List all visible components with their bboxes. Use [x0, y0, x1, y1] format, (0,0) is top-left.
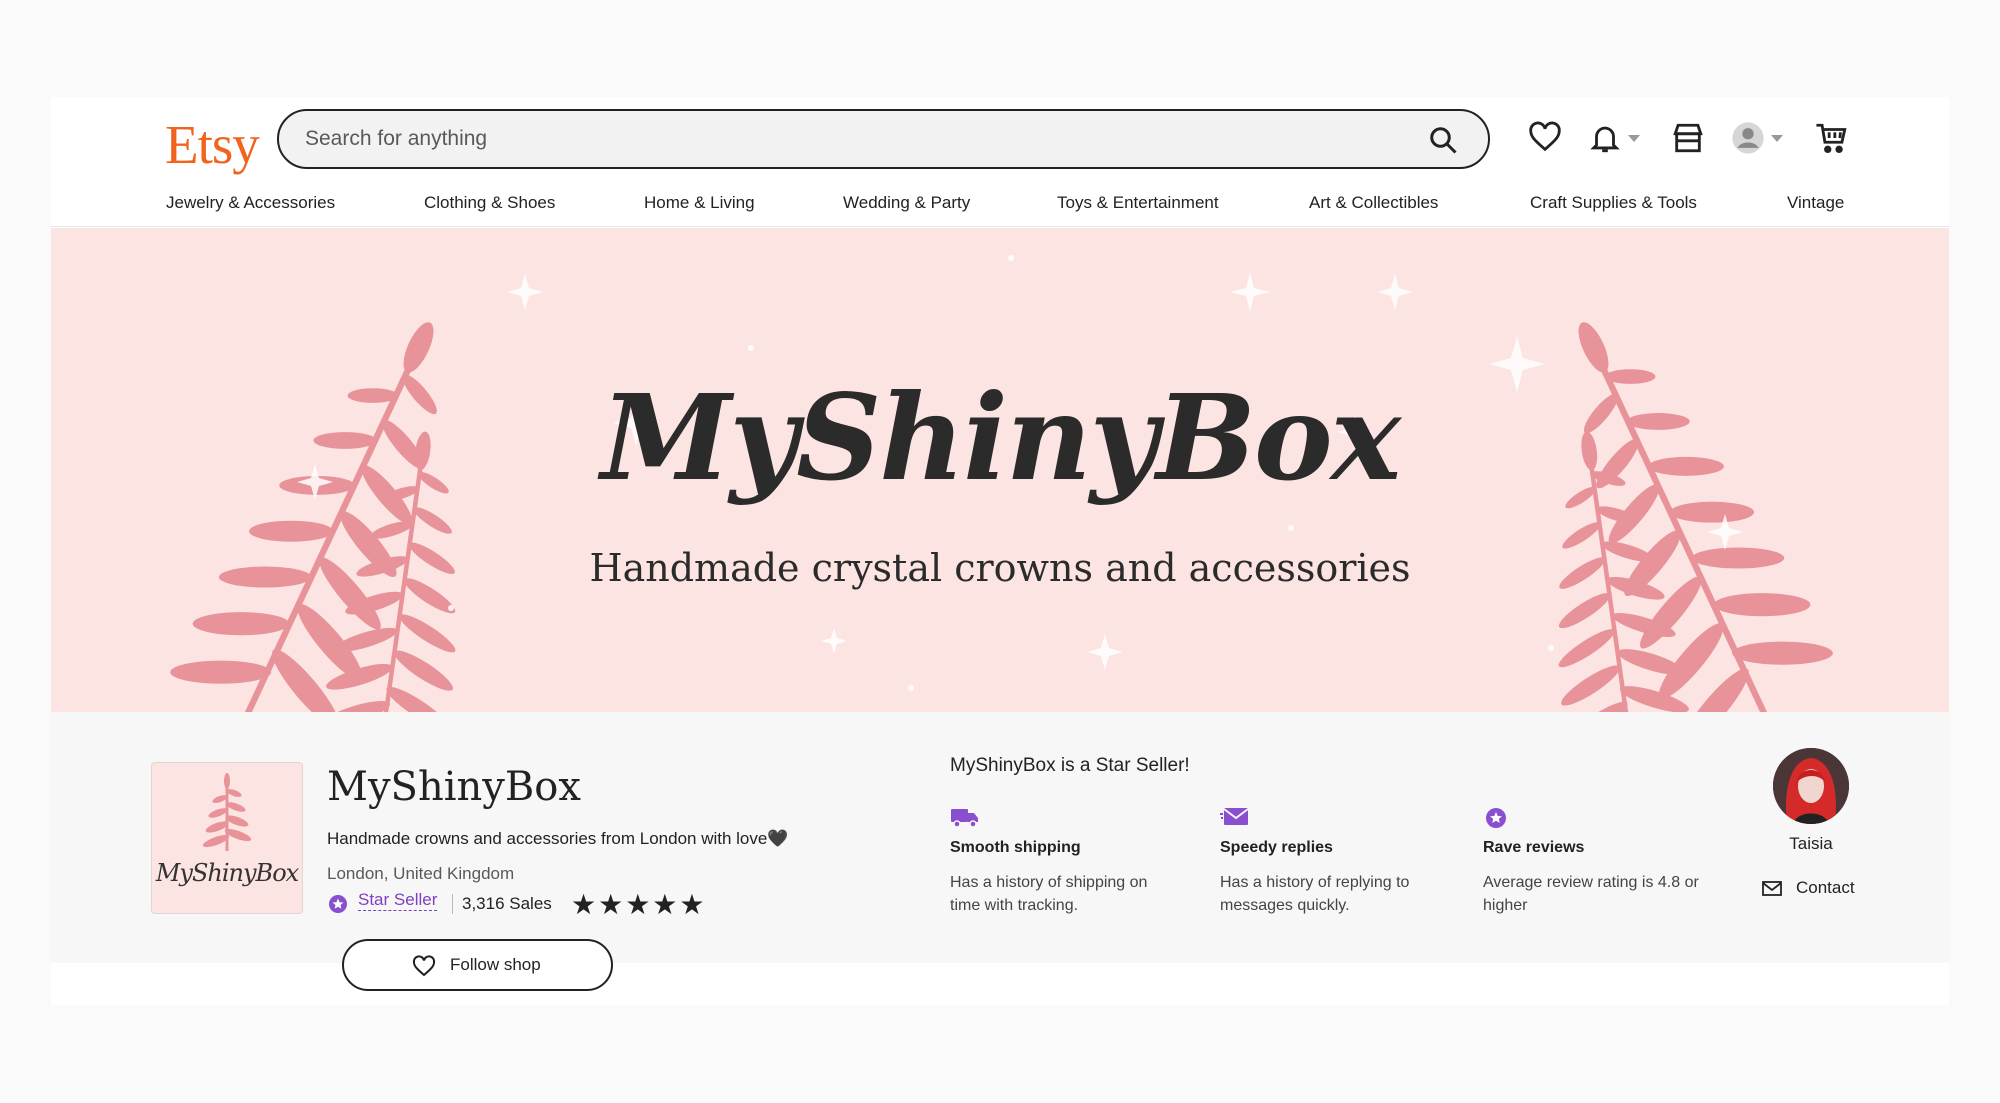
account-avatar-icon[interactable]: [1731, 121, 1765, 155]
heart-icon: [412, 955, 436, 977]
star-seller-heading: MyShinyBox is a Star Seller!: [950, 755, 1190, 776]
feature-heading: Smooth shipping: [950, 839, 1081, 856]
envelope-icon: [1220, 808, 1249, 825]
shop-info-panel: MyShinyBox MyShinyBox Handmade crowns an…: [51, 712, 1949, 991]
sales-count: 3,316 Sales: [462, 894, 552, 913]
category-vintage[interactable]: Vintage: [1787, 193, 1844, 213]
cart-icon[interactable]: [1815, 121, 1849, 155]
follow-shop-label: Follow shop: [450, 955, 541, 974]
notifications-bell-icon[interactable]: [1588, 121, 1622, 155]
search-input[interactable]: Search for anything: [305, 127, 487, 151]
star-seller-link[interactable]: Star Seller: [358, 890, 438, 911]
truck-icon: [951, 809, 978, 828]
feature-heading: Speedy replies: [1220, 839, 1333, 856]
shop-tagline: Handmade crowns and accessories from Lon…: [327, 829, 789, 848]
feature-rave-reviews: Rave reviews Average review rating is 4.…: [1483, 806, 1713, 917]
rating-stars[interactable]: ★★★★★: [571, 888, 707, 921]
contact-label: Contact: [1796, 878, 1855, 897]
envelope-icon: [1762, 881, 1782, 896]
owner-name: Taisia: [1789, 834, 1833, 853]
divider: [452, 894, 453, 914]
feature-description: Has a history of replying to messages qu…: [1220, 874, 1410, 914]
category-wedding[interactable]: Wedding & Party: [843, 193, 970, 213]
shop-location: London, United Kingdom: [327, 864, 515, 883]
category-toys[interactable]: Toys & Entertainment: [1057, 193, 1219, 213]
shop-banner: MyShinyBox Handmade crystal crowns and a…: [51, 228, 1949, 712]
category-art[interactable]: Art & Collectibles: [1309, 193, 1438, 213]
shop-manager-icon[interactable]: [1671, 121, 1705, 155]
feature-heading: Rave reviews: [1483, 839, 1585, 856]
shop-logo[interactable]: MyShinyBox: [151, 762, 303, 914]
banner-subtitle: Handmade crystal crowns and accessories: [589, 546, 1411, 590]
chevron-down-icon[interactable]: [1628, 135, 1640, 142]
search-icon[interactable]: [1428, 125, 1458, 155]
fern-logo-icon: [202, 773, 252, 851]
banner-title: MyShinyBox: [600, 368, 1401, 507]
feature-description: Has a history of shipping on time with t…: [950, 874, 1148, 914]
feature-speedy-replies: Speedy replies Has a history of replying…: [1220, 806, 1450, 917]
category-home[interactable]: Home & Living: [644, 193, 755, 213]
follow-shop-button[interactable]: Follow shop: [342, 939, 613, 991]
category-clothing[interactable]: Clothing & Shoes: [424, 193, 555, 213]
owner-avatar[interactable]: [1773, 748, 1849, 824]
favorites-heart-icon[interactable]: [1528, 121, 1562, 155]
star-seller-badge-icon: [329, 895, 347, 913]
chevron-down-icon[interactable]: [1771, 135, 1783, 142]
search-bar[interactable]: Search for anything: [277, 109, 1490, 169]
shop-name: MyShinyBox: [327, 764, 581, 810]
category-craft[interactable]: Craft Supplies & Tools: [1530, 193, 1697, 213]
feature-smooth-shipping: Smooth shipping Has a history of shippin…: [950, 806, 1180, 917]
etsy-shop-page: Etsy Search for anything Jewelry & Acces…: [51, 97, 1949, 1005]
star-badge-icon: [1486, 808, 1506, 828]
category-jewelry[interactable]: Jewelry & Accessories: [166, 193, 335, 213]
feature-description: Average review rating is 4.8 or higher: [1483, 874, 1699, 914]
category-nav: Jewelry & Accessories Clothing & Shoes H…: [51, 193, 1949, 227]
shop-logo-text: MyShinyBox: [155, 859, 299, 887]
etsy-logo[interactable]: Etsy: [165, 113, 260, 176]
